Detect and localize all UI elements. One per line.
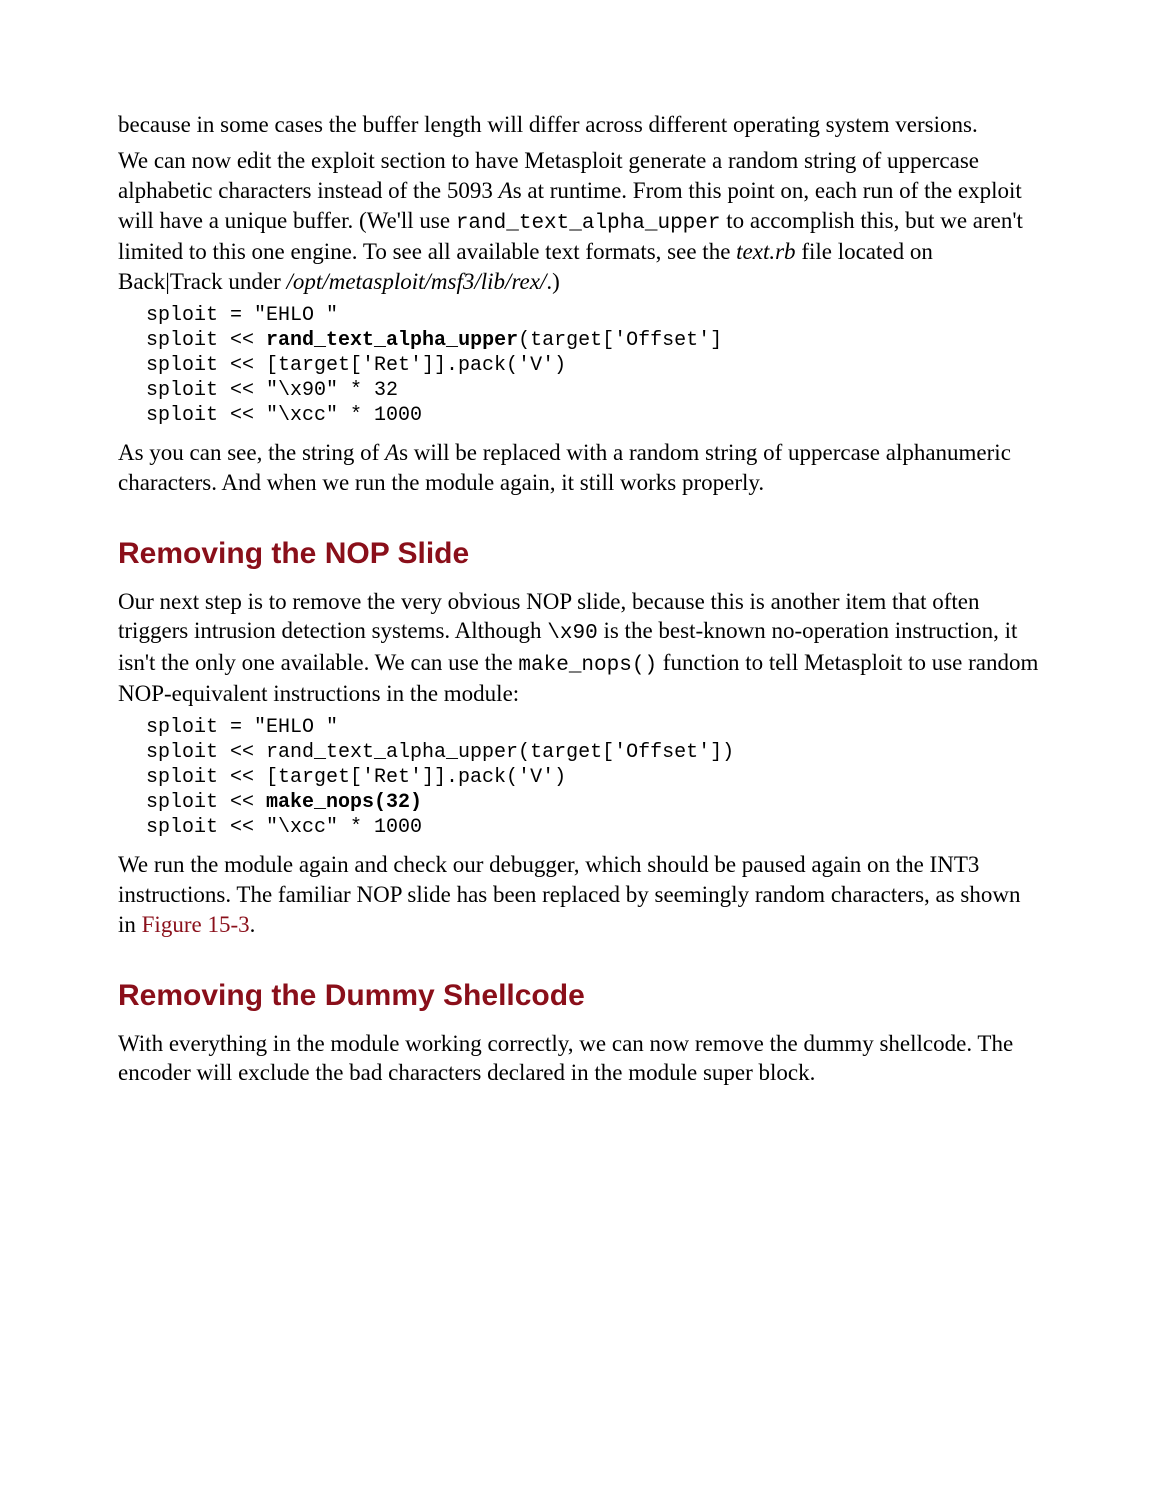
code-line: sploit << rand_text_alpha_upper(target['…: [146, 741, 734, 764]
code-line: sploit << [target['Ret']].pack('V'): [146, 766, 566, 789]
code-bold-make-nops: make_nops(32): [266, 791, 422, 814]
text-span: As you can see, the string of: [118, 440, 385, 465]
code-line: sploit << make_nops(32): [146, 791, 422, 814]
figure-link-15-3[interactable]: Figure 15-3: [142, 912, 250, 937]
code-line: sploit << "\xcc" * 1000: [146, 816, 422, 839]
italic-path: /opt/metasploit/msf3/lib/rex/: [287, 269, 547, 294]
code-text: (target['Offset']: [518, 329, 722, 352]
italic-textrb: text.rb: [736, 239, 795, 264]
heading-removing-nop-slide: Removing the NOP Slide: [118, 534, 1041, 573]
paragraph-dummy-shellcode: With everything in the module working co…: [118, 1029, 1041, 1089]
paragraph-nop-slide: Our next step is to remove the very obvi…: [118, 587, 1041, 709]
code-line: sploit = "EHLO ": [146, 716, 338, 739]
code-line: sploit = "EHLO ": [146, 304, 338, 327]
code-line: sploit << [target['Ret']].pack('V'): [146, 354, 566, 377]
inline-code-make-nops: make_nops(): [518, 654, 657, 677]
code-line: sploit << "\x90" * 32: [146, 379, 398, 402]
code-bold-rand-text: rand_text_alpha_upper: [266, 329, 518, 352]
code-line: sploit << "\xcc" * 1000: [146, 404, 422, 427]
text-span: .): [546, 269, 559, 294]
paragraph-as-you-can-see: As you can see, the string of As will be…: [118, 438, 1041, 498]
italic-a: A: [385, 440, 399, 465]
code-block-2: sploit = "EHLO " sploit << rand_text_alp…: [146, 715, 1041, 840]
inline-code-rand-text: rand_text_alpha_upper: [456, 212, 721, 235]
paragraph-intro: because in some cases the buffer length …: [118, 110, 1041, 140]
inline-code-x90: \x90: [547, 622, 597, 645]
heading-removing-dummy-shellcode: Removing the Dummy Shellcode: [118, 976, 1041, 1015]
code-text: sploit <<: [146, 791, 266, 814]
code-line: sploit << rand_text_alpha_upper(target['…: [146, 329, 722, 352]
code-text: sploit <<: [146, 329, 266, 352]
text-span: .: [250, 912, 256, 937]
paragraph-edit-exploit: We can now edit the exploit section to h…: [118, 146, 1041, 297]
document-page: because in some cases the buffer length …: [0, 0, 1159, 1154]
paragraph-run-module: We run the module again and check our de…: [118, 850, 1041, 940]
italic-a: A: [499, 178, 513, 203]
code-block-1: sploit = "EHLO " sploit << rand_text_alp…: [146, 303, 1041, 428]
